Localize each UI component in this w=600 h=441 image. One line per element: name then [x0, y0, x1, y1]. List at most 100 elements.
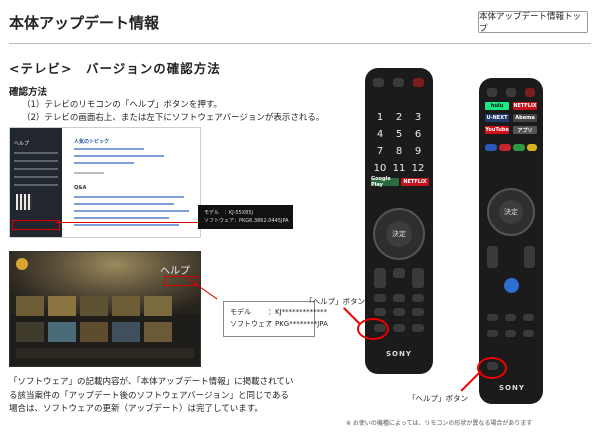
color-button-blue [485, 144, 497, 151]
content-tile [16, 296, 44, 316]
content-tile [112, 296, 140, 316]
help-button-label-2: 「ヘルプ」ボタン [408, 394, 468, 403]
sidebar-menu-line [14, 168, 58, 170]
volume-rocker [487, 246, 498, 268]
func-button [487, 314, 498, 321]
content-tile [80, 296, 108, 316]
func-button [374, 308, 386, 316]
callout-model-row: モデル ：KJ************* [230, 306, 327, 318]
func-button [412, 308, 424, 316]
num-9: 9 [414, 146, 422, 157]
num-4: 4 [376, 129, 384, 140]
channel-rocker [524, 246, 535, 268]
google-play-button: Google Play [371, 176, 399, 188]
help-sidebar-title: ヘルプ [14, 141, 30, 147]
step-1: （1）テレビのリモコンの「ヘルプ」ボタンを押す。 [22, 100, 223, 110]
power-button [525, 88, 535, 97]
qr-code [16, 194, 32, 210]
help-button-highlight [357, 318, 389, 340]
topic-line [74, 148, 144, 150]
arrow-line [343, 307, 361, 324]
num-3: 3 [414, 112, 422, 123]
topic-line [74, 162, 134, 164]
content-tile [48, 322, 76, 342]
content-row [16, 348, 194, 358]
software-value: ：PKG********JPA [268, 320, 328, 328]
popular-topics-heading: 人気のトピック [74, 139, 110, 145]
version-callout-2: モデル ：KJ************* ソフトウェア：PKG********JP… [223, 301, 328, 337]
mic-button [393, 78, 404, 87]
qa-heading: Q&A [74, 185, 87, 191]
topic-line [74, 155, 164, 157]
callout-connector [55, 222, 200, 223]
remote-footnote: ※ お使いの機種によっては、リモコンの形状が異なる場合があります [346, 420, 533, 427]
num-1: 1 [376, 112, 384, 123]
completion-note: 「ソフトウェア」の記載内容が、「本体アップデート情報」に掲載されている該当案件の… [9, 377, 294, 414]
software-label: ソフトウェア [230, 320, 272, 328]
section-title: <テレビ> バージョンの確認方法 [9, 61, 221, 76]
num-8: 8 [395, 146, 403, 157]
input-button [487, 88, 497, 97]
qa-line [74, 224, 179, 226]
qa-line [74, 217, 169, 219]
qa-line [74, 196, 184, 198]
netflix-button: NETFLIX [513, 102, 537, 110]
steps-title: 確認方法 [9, 87, 48, 98]
topic-button [74, 172, 104, 174]
enter-button: 決定 [386, 221, 412, 247]
sidebar-menu-line [14, 184, 58, 186]
unext-button: U-NEXT [485, 114, 509, 122]
page-title: 本体アップデート情報 [9, 14, 160, 32]
num-7: 7 [376, 146, 384, 157]
func-button [374, 294, 386, 302]
num-5: 5 [395, 129, 403, 140]
home-help-screenshot: ヘルプ [9, 251, 201, 367]
func-button [412, 324, 424, 332]
content-tile [112, 322, 140, 342]
num-2: 2 [395, 112, 403, 123]
func-button [505, 314, 516, 321]
num-6: 6 [414, 129, 422, 140]
callout-model-line: モデル ：KJ-55X85J [204, 210, 254, 216]
sidebar-menu-line [14, 160, 58, 162]
help-button-highlight [477, 357, 507, 379]
qa-line [74, 203, 174, 205]
content-tile [48, 296, 76, 316]
model-value: ：KJ************* [268, 308, 328, 316]
sony-logo: SONY [499, 384, 525, 392]
home-button [393, 268, 405, 278]
color-button-green [513, 144, 525, 151]
input-button [373, 78, 384, 87]
model-label: モデル [230, 308, 251, 316]
callout-software-row: ソフトウェア：PKG********JPA [230, 318, 328, 330]
func-button [523, 314, 534, 321]
assistant-button [504, 278, 519, 293]
netflix-button: NETFLIX [401, 178, 429, 186]
abema-button: Abema [513, 114, 537, 122]
qa-line [74, 210, 189, 212]
mic-button [506, 88, 516, 97]
content-tile [80, 322, 108, 342]
func-button [487, 330, 498, 337]
num-12: 12 [411, 163, 425, 174]
color-button-red [499, 144, 511, 151]
version-callout: モデル ：KJ-55X85J ソフトウェア：PKG6.3862.0445JPA [198, 205, 293, 229]
func-button [505, 330, 516, 337]
channel-rocker [412, 268, 424, 288]
version-highlight-box [12, 220, 60, 230]
help-button-label-1: 「ヘルプ」ボタン [305, 297, 365, 306]
func-button [412, 294, 424, 302]
header-divider [9, 43, 591, 44]
update-top-button[interactable]: 本体アップデート情報トップ [478, 11, 588, 34]
sidebar-menu-line [14, 176, 58, 178]
sidebar-menu-line [14, 152, 58, 154]
hulu-button: hulu [485, 102, 509, 110]
power-button [413, 78, 424, 87]
youtube-button: YouTube [485, 126, 509, 134]
apps-button: アプリ [513, 126, 537, 134]
enter-button: 決定 [499, 200, 523, 224]
help-banner-title: ヘルプ [160, 266, 190, 277]
func-button [523, 330, 534, 337]
search-icon [16, 258, 28, 270]
func-button [393, 324, 405, 332]
